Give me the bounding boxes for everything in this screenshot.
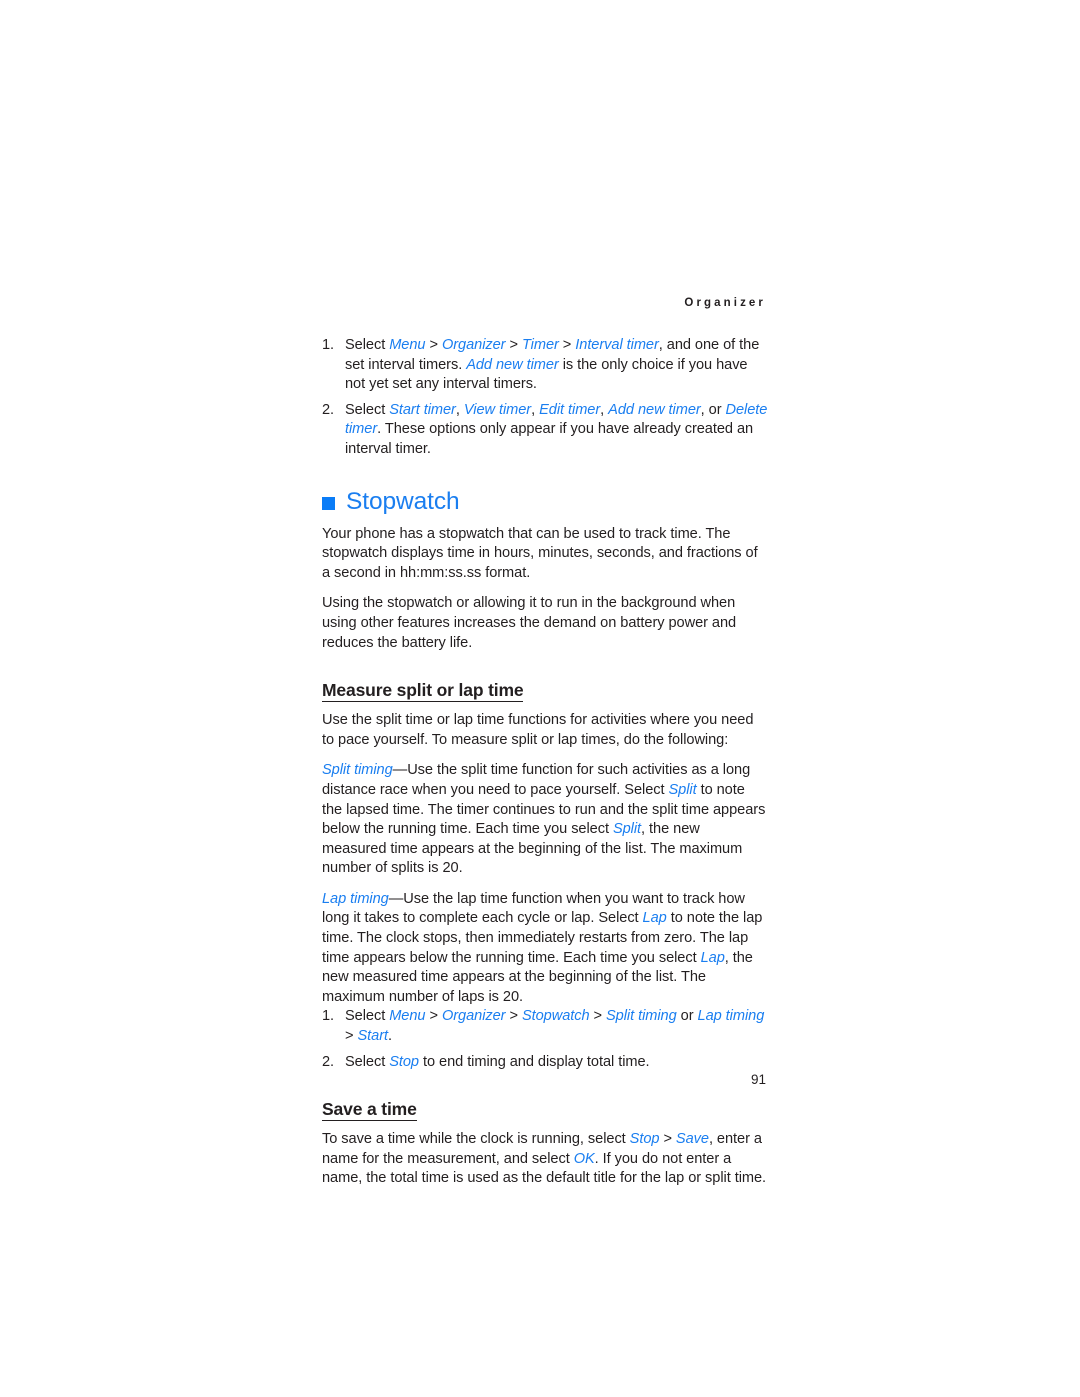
- split-timing-paragraph: Split timing—Use the split time function…: [322, 761, 768, 879]
- separator: >: [425, 337, 442, 353]
- page-content: 1. Select Menu > Organizer > Timer > Inte…: [322, 336, 768, 1189]
- ui-term-start[interactable]: Start: [357, 1028, 388, 1044]
- separator: >: [558, 337, 576, 353]
- separator: or: [676, 1008, 698, 1025]
- separator: >: [505, 337, 522, 353]
- ui-term-stop[interactable]: Stop: [630, 1131, 660, 1147]
- stopwatch-intro-paragraph-2: Using the stopwatch or allowing it to ru…: [322, 595, 737, 651]
- separator: >: [425, 1008, 442, 1025]
- ui-term-split-timing[interactable]: Split timing: [322, 762, 393, 778]
- ui-term-organizer[interactable]: Organizer: [442, 337, 506, 353]
- ui-term-add-new-timer[interactable]: Add new timer: [608, 402, 701, 418]
- step-number: 2.: [322, 1053, 335, 1070]
- step-number: 1.: [322, 337, 335, 353]
- step-lead: Select: [345, 1053, 390, 1070]
- ui-term-split[interactable]: Split: [668, 782, 696, 798]
- list-item: 1. Select Menu > Organizer > Timer > Inte…: [322, 336, 768, 395]
- list-item: 1. Select Menu > Organizer > Stopwatch > …: [322, 1007, 768, 1046]
- ui-term-add-new-timer[interactable]: Add new timer: [466, 357, 559, 373]
- step-number: 1.: [322, 1008, 335, 1025]
- ui-term-start-timer[interactable]: Start timer: [389, 402, 456, 418]
- blue-square-icon: [322, 496, 335, 510]
- page-title: Stopwatch: [346, 487, 460, 515]
- interval-timer-steps: 1. Select Menu > Organizer > Timer > Inte…: [322, 336, 768, 460]
- save-section-heading: Save a time: [322, 1099, 417, 1122]
- ui-term-view-timer[interactable]: View timer: [464, 402, 531, 418]
- stopwatch-heading: Stopwatch: [322, 487, 768, 515]
- step-tail: .: [388, 1028, 392, 1045]
- save-section-paragraph: To save a time while the clock is runnin…: [322, 1130, 768, 1189]
- ui-term-split-timing[interactable]: Split timing: [606, 1008, 677, 1024]
- separator: >: [345, 1028, 358, 1045]
- measure-section-heading: Measure split or lap time: [322, 680, 524, 703]
- ui-term-lap-timing[interactable]: Lap timing: [322, 891, 389, 907]
- stopwatch-intro-paragraph-1: Your phone has a stopwatch that can be u…: [322, 525, 758, 581]
- running-head: Organizer: [684, 297, 766, 309]
- step-tail: . These options only appear if you have …: [345, 421, 754, 457]
- ui-term-edit-timer[interactable]: Edit timer: [539, 402, 600, 418]
- save-section-heading-wrap: Save a time: [322, 1099, 768, 1122]
- ui-term-lap[interactable]: Lap: [701, 950, 725, 966]
- step-text: Select Menu > Organizer > Timer > Interv…: [345, 337, 759, 392]
- save-lead: To save a time while the clock is runnin…: [322, 1131, 630, 1148]
- measure-intro-paragraph: Use the split time or lap time functions…: [322, 712, 754, 748]
- step-lead: Select: [345, 401, 390, 418]
- manual-page: Organizer 1. Select Menu > Organizer > Ti…: [0, 0, 1080, 1397]
- ui-term-interval-timer[interactable]: Interval timer: [575, 337, 659, 353]
- step-text: Select Start timer, View timer, Edit tim…: [345, 402, 767, 457]
- separator: >: [589, 1008, 606, 1025]
- ui-term-save[interactable]: Save: [676, 1131, 709, 1147]
- ui-term-stop[interactable]: Stop: [389, 1054, 419, 1070]
- ui-term-lap[interactable]: Lap: [643, 910, 667, 926]
- separator: ,: [455, 401, 464, 418]
- ui-term-menu[interactable]: Menu: [389, 1008, 425, 1024]
- list-item: 2. Select Start timer, View timer, Edit t…: [322, 401, 768, 460]
- separator: >: [505, 1008, 522, 1025]
- step-lead: Select: [345, 337, 390, 353]
- measure-section-heading-wrap: Measure split or lap time: [322, 680, 768, 703]
- ui-term-stopwatch[interactable]: Stopwatch: [522, 1008, 590, 1024]
- separator: ,: [600, 401, 609, 418]
- list-item: 2. Select Stop to end timing and display …: [322, 1053, 768, 1073]
- separator: >: [659, 1131, 676, 1148]
- step-lead: Select: [345, 1008, 390, 1025]
- step-text: Select Stop to end timing and display to…: [345, 1054, 650, 1070]
- ui-term-split[interactable]: Split: [613, 821, 641, 837]
- step-number: 2.: [322, 401, 335, 418]
- step-tail: to end timing and display total time.: [418, 1053, 650, 1070]
- lap-timing-paragraph: Lap timing—Use the lap time function whe…: [322, 890, 768, 1008]
- separator: ,: [531, 401, 540, 418]
- ui-term-menu[interactable]: Menu: [389, 337, 425, 353]
- ui-term-timer[interactable]: Timer: [522, 337, 559, 353]
- measure-steps: 1. Select Menu > Organizer > Stopwatch > …: [322, 1007, 768, 1072]
- separator: , or: [700, 401, 726, 418]
- step-text: Select Menu > Organizer > Stopwatch > Sp…: [345, 1008, 764, 1044]
- ui-term-organizer[interactable]: Organizer: [442, 1008, 506, 1024]
- ui-term-ok[interactable]: OK: [574, 1151, 595, 1167]
- ui-term-lap-timing[interactable]: Lap timing: [698, 1008, 765, 1024]
- page-number: 91: [750, 1072, 766, 1087]
